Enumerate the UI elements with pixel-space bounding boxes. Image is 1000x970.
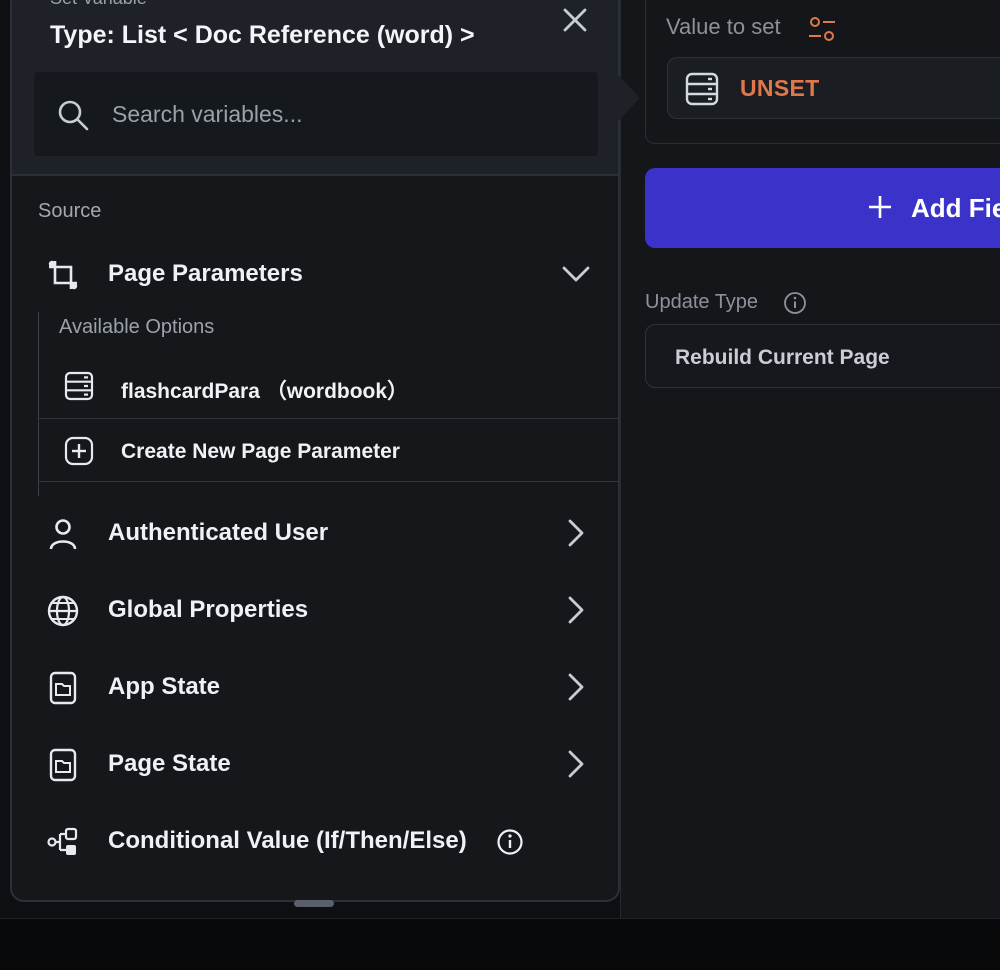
source-global-properties[interactable]: Global Properties [12, 580, 618, 640]
popup-header: Set Variable Type: List < Doc Reference … [12, 0, 618, 176]
popup-pointer [604, 60, 640, 136]
page-state-icon [49, 748, 77, 782]
resize-handle[interactable] [294, 900, 334, 907]
chevron-right-icon[interactable] [560, 517, 592, 549]
source-authenticated-user-label: Authenticated User [108, 519, 329, 546]
chevron-right-icon[interactable] [560, 748, 592, 780]
source-conditional-value-label: Conditional Value (If/Then/Else) [108, 827, 467, 854]
crop-frame-icon [48, 260, 78, 290]
option-flashcardpara-label: flashcardPara （wordbook） [121, 380, 409, 403]
page-parameter-options: Available Options flashcardPara （wordboo… [38, 312, 619, 496]
update-type-select[interactable]: Rebuild Current Page [645, 324, 1000, 388]
action-editor-pane: Value to set UNSET Add Field Update Type… [620, 0, 1000, 918]
source-page-parameters[interactable]: Page Parameters [12, 244, 618, 304]
add-box-icon [64, 436, 94, 466]
search-input[interactable] [112, 94, 572, 134]
bottom-bar [0, 918, 1000, 970]
update-type-label: Update Type [645, 291, 759, 313]
search-icon [58, 100, 89, 131]
source-label: Source [38, 200, 102, 222]
value-source-field[interactable]: UNSET [667, 57, 1000, 119]
source-page-state[interactable]: Page State [12, 734, 618, 794]
app-state-icon [49, 671, 77, 705]
add-field-label: Add Field [911, 193, 1000, 223]
available-options-label: Available Options [59, 316, 215, 338]
conditional-icon [47, 827, 78, 855]
source-page-parameters-label: Page Parameters [108, 260, 303, 287]
add-field-button[interactable]: Add Field [645, 168, 1000, 248]
chevron-down-icon[interactable] [560, 258, 592, 290]
option-flashcardpara[interactable]: flashcardPara （wordbook） [39, 354, 619, 418]
info-icon[interactable] [496, 828, 524, 856]
globe-icon [47, 595, 79, 627]
chevron-right-icon[interactable] [560, 594, 592, 626]
settings-sliders-icon[interactable] [807, 14, 837, 44]
set-variable-popup: Set Variable Type: List < Doc Reference … [10, 0, 620, 907]
chevron-right-icon[interactable] [560, 671, 592, 703]
database-icon [685, 72, 719, 106]
source-authenticated-user[interactable]: Authenticated User [12, 503, 618, 563]
value-to-set-label: Value to set [666, 14, 781, 39]
option-create-new-page-parameter-label: Create New Page Parameter [121, 440, 400, 463]
source-conditional-value[interactable]: Conditional Value (If/Then/Else) [12, 811, 618, 871]
plus-icon [869, 196, 891, 218]
update-type-value: Rebuild Current Page [675, 346, 890, 369]
info-icon[interactable] [783, 291, 807, 315]
close-icon[interactable] [559, 4, 591, 36]
source-app-state[interactable]: App State [12, 657, 618, 717]
source-page-state-label: Page State [108, 750, 231, 777]
person-icon [49, 519, 77, 550]
database-icon [64, 371, 94, 401]
option-create-new-page-parameter[interactable]: Create New Page Parameter [39, 418, 619, 482]
source-app-state-label: App State [108, 673, 221, 700]
popup-subtitle: Set Variable [50, 0, 147, 9]
source-global-properties-label: Global Properties [108, 596, 309, 623]
search-box[interactable] [34, 72, 598, 156]
unset-value: UNSET [740, 75, 820, 101]
popup-title: Type: List < Doc Reference (word) > [50, 21, 475, 49]
